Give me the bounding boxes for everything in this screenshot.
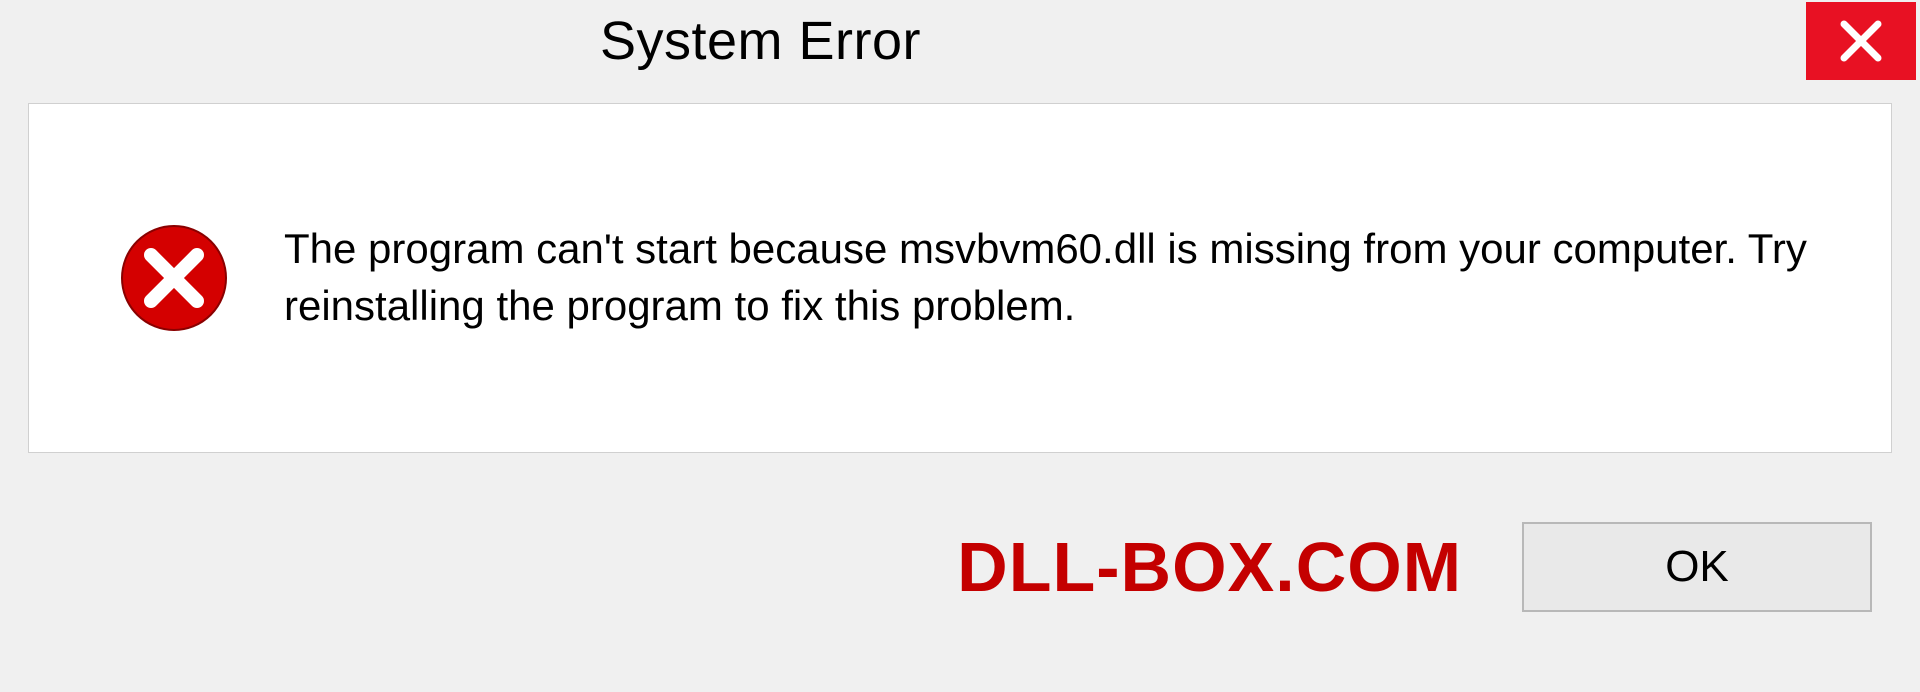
content-panel: The program can't start because msvbvm60…	[28, 103, 1892, 453]
close-button[interactable]	[1806, 2, 1916, 80]
ok-button[interactable]: OK	[1522, 522, 1872, 612]
dialog-title: System Error	[0, 0, 921, 72]
error-message: The program can't start because msvbvm60…	[284, 221, 1831, 334]
close-icon	[1838, 18, 1884, 64]
watermark-text: DLL-BOX.COM	[957, 527, 1462, 607]
titlebar: System Error	[0, 0, 1920, 95]
error-icon	[119, 223, 229, 333]
dialog-footer: DLL-BOX.COM OK	[28, 472, 1892, 692]
error-dialog: System Error The program can't start bec…	[0, 0, 1920, 692]
